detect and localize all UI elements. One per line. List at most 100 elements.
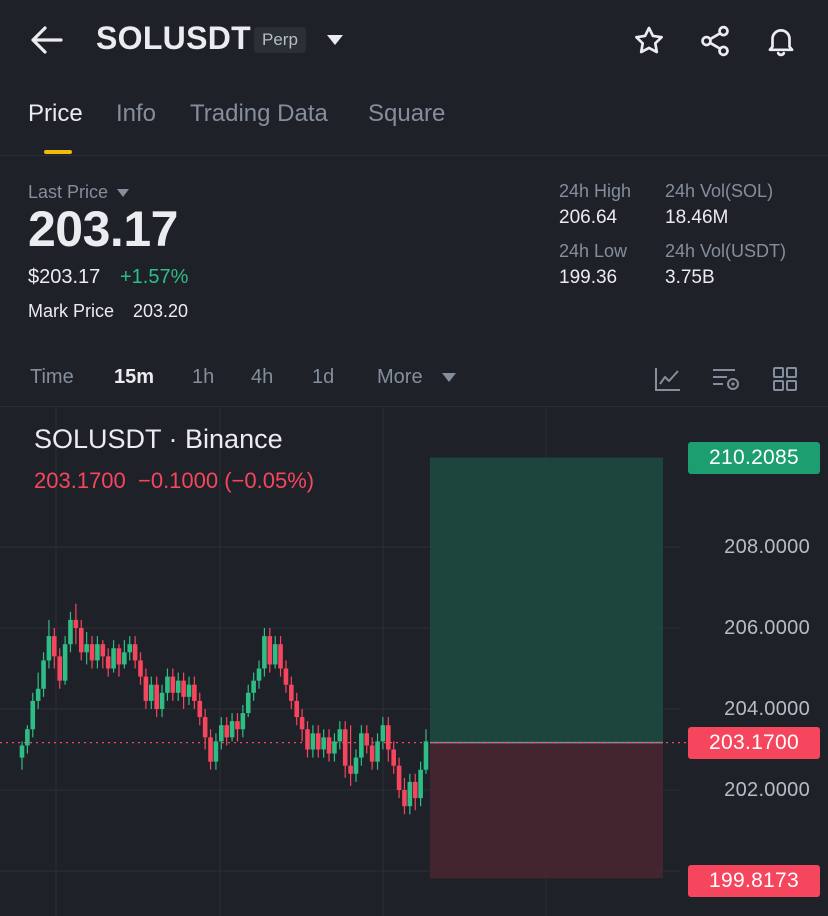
24h-vol-usdt-value: 3.75B: [665, 267, 715, 288]
candle-body: [299, 717, 305, 730]
star-favorite-icon[interactable]: [630, 22, 668, 60]
candle-body: [326, 737, 332, 754]
last-price-value: 203.17: [28, 201, 178, 257]
candle-body: [412, 781, 418, 799]
candle-body: [337, 729, 343, 742]
24h-high-value: 206.64: [559, 207, 618, 228]
candle-body: [138, 660, 143, 677]
candle-body: [229, 721, 235, 738]
chart-settings-icon[interactable]: [710, 364, 742, 394]
24h-vol-sol-value: 18.46M: [665, 207, 729, 228]
candle-body: [127, 644, 133, 653]
candle-body: [68, 619, 73, 645]
candle-body: [294, 700, 300, 718]
candle-body: [165, 676, 170, 693]
tab-price[interactable]: Price: [28, 100, 83, 128]
candle-body: [95, 644, 100, 661]
candle-body: [46, 636, 52, 661]
share-icon[interactable]: [696, 22, 734, 60]
candle-body: [348, 765, 353, 774]
candle-body: [52, 636, 57, 657]
candle-body: [219, 725, 224, 742]
layout-grid-icon[interactable]: [770, 364, 800, 394]
perp-badge: Perp: [254, 27, 306, 53]
interval-4h[interactable]: 4h: [251, 366, 273, 389]
24h-vol-usdt-label: 24h Vol(USDT): [665, 241, 787, 261]
candle-body: [283, 668, 289, 685]
candle-body: [385, 725, 391, 750]
24h-low-label: 24h Low: [559, 241, 628, 261]
candle-body: [111, 648, 116, 669]
candle-body: [35, 688, 41, 701]
candle-body: [396, 765, 402, 790]
candle-body: [353, 757, 359, 774]
tab-square[interactable]: Square: [368, 100, 445, 128]
candle-body: [245, 692, 251, 714]
back-arrow-icon[interactable]: [26, 22, 66, 58]
candle-body: [30, 700, 36, 730]
axis-label-204: 204.0000: [724, 698, 810, 720]
candle-body: [78, 628, 84, 653]
take-profit-price-tag[interactable]: 210.2085: [688, 442, 820, 474]
candle-body: [132, 644, 138, 661]
last-price-caret-icon: [117, 189, 130, 198]
interval-time[interactable]: Time: [30, 366, 74, 389]
candle-body: [122, 652, 127, 665]
candlestick-chart[interactable]: SOLUSDT · Binance 203.1700 −0.1000 (−0.0…: [0, 408, 828, 916]
tab-bar: Price Info Trading Data Square: [0, 100, 828, 156]
interval-divider: [0, 406, 828, 407]
candle-body: [202, 717, 208, 738]
symbol-dropdown-caret-icon[interactable]: [322, 28, 348, 52]
usd-price: $203.17: [28, 266, 101, 288]
interval-more[interactable]: More: [377, 366, 457, 389]
interval-1d[interactable]: 1d: [312, 366, 334, 389]
candle-body: [251, 680, 256, 693]
interval-15m[interactable]: 15m: [114, 366, 154, 389]
candle-body: [364, 733, 370, 746]
candle-body: [159, 692, 165, 709]
tab-trading-data[interactable]: Trading Data: [190, 100, 328, 128]
candle-body: [256, 668, 262, 681]
candle-body: [73, 619, 79, 628]
candle-body: [224, 725, 229, 738]
candle-body: [310, 733, 316, 750]
candle-body: [25, 729, 30, 746]
candle-body: [332, 741, 337, 754]
candle-body: [235, 721, 240, 730]
candle-body: [289, 684, 294, 701]
axis-label-206: 206.0000: [724, 617, 810, 639]
stop-loss-price-tag[interactable]: 199.8173: [688, 865, 820, 897]
candle-body: [213, 741, 219, 762]
candle-body: [197, 700, 203, 718]
candle-body: [315, 733, 321, 750]
mark-price-value: 203.20: [133, 301, 189, 321]
candle-body: [148, 684, 154, 701]
chart-ohlc-readout: 203.1700 −0.1000 (−0.05%): [34, 468, 315, 493]
stop-loss-zone: [430, 742, 663, 879]
candle-body: [375, 741, 380, 762]
candle-body: [267, 636, 273, 665]
symbol-title[interactable]: SOLUSDT: [96, 20, 251, 57]
candle-body: [84, 644, 89, 653]
candle-body: [380, 725, 386, 742]
candle-body: [208, 737, 213, 762]
tab-info[interactable]: Info: [116, 100, 156, 128]
candle-body: [305, 729, 310, 750]
more-caret-icon: [442, 373, 457, 383]
bell-notification-icon[interactable]: [762, 22, 800, 60]
interval-1h[interactable]: 1h: [192, 366, 214, 389]
candle-body: [170, 676, 176, 693]
current-price-tag: 203.1700: [688, 727, 820, 759]
24h-low-value: 199.36: [559, 267, 618, 288]
candle-body: [19, 745, 25, 758]
candle-body: [175, 680, 181, 693]
indicator-chart-icon[interactable]: [652, 364, 684, 394]
candle-body: [62, 644, 68, 681]
candle-body: [402, 790, 407, 807]
mark-price-label: Mark Price: [28, 301, 115, 321]
axis-label-208: 208.0000: [724, 536, 810, 558]
candle-body: [272, 644, 278, 665]
candle-body: [57, 656, 63, 681]
candle-body: [41, 660, 46, 689]
axis-label-202: 202.0000: [724, 779, 810, 801]
